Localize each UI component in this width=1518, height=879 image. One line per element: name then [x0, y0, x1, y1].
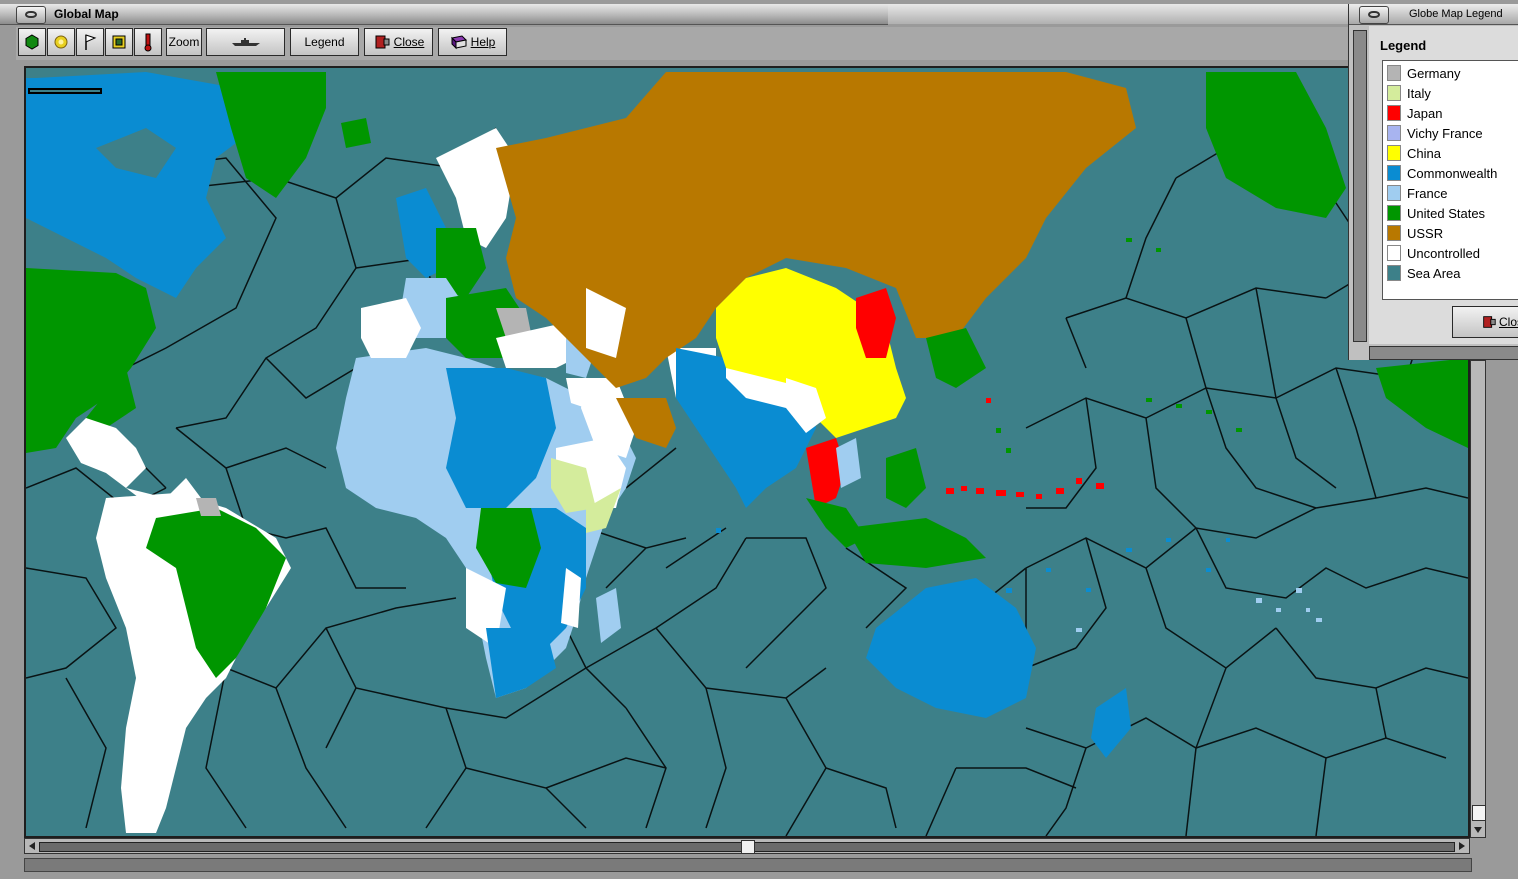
scroll-left-arrow-icon[interactable]: [27, 841, 37, 851]
control-view-button[interactable]: [76, 28, 104, 56]
horizontal-scrollbar[interactable]: [24, 838, 1470, 854]
scroll-down-arrow-icon[interactable]: [1473, 825, 1483, 835]
grid-icon: [112, 35, 126, 49]
eye-icon: [1368, 11, 1380, 18]
legend-button[interactable]: Legend: [290, 28, 359, 56]
scroll-right-arrow-icon[interactable]: [1457, 841, 1467, 851]
legend-swatch: [1387, 105, 1401, 121]
legend-swatch: [1387, 265, 1401, 281]
legend-close-label: Clos: [1499, 315, 1518, 329]
legend-swatch: [1387, 65, 1401, 81]
legend-title-bar[interactable]: Globe Map Legend: [1349, 4, 1518, 25]
close-label: Close: [393, 35, 425, 49]
eye-icon: [25, 11, 37, 18]
legend-item-italy: Italy: [1385, 83, 1518, 101]
title-bar-extension: [888, 4, 1348, 24]
window-bottom-frame: [0, 854, 1486, 879]
toolbar: Zoom Legend Close Help: [16, 27, 1348, 60]
legend-list: Germany Italy Japan Vichy France China C…: [1382, 60, 1518, 300]
coin-icon: [54, 35, 68, 49]
legend-swatch: [1387, 125, 1401, 141]
thermometer-icon: [144, 33, 152, 52]
legend-close-button[interactable]: Clos: [1452, 306, 1518, 338]
window-right-frame: [1486, 360, 1518, 879]
legend-swatch: [1387, 165, 1401, 181]
close-button[interactable]: Close: [364, 28, 433, 56]
hexagon-icon: [25, 34, 39, 50]
help-button[interactable]: Help: [438, 28, 507, 56]
zoom-button[interactable]: Zoom: [166, 28, 202, 56]
legend-swatch: [1387, 185, 1401, 201]
legend-item-sea-area: Sea Area: [1385, 263, 1518, 281]
help-label: Help: [470, 35, 496, 49]
legend-panel: Legend Germany Italy Japan Vichy France …: [1369, 26, 1518, 344]
legend-item-commonwealth: Commonwealth: [1385, 163, 1518, 181]
legend-item-vichy-france: Vichy France: [1385, 123, 1518, 141]
close-door-icon: [375, 35, 390, 49]
title-bar[interactable]: Global Map: [0, 4, 888, 25]
ship-icon: [231, 38, 260, 46]
legend-item-uncontrolled: Uncontrolled: [1385, 243, 1518, 261]
legend-item-japan: Japan: [1385, 103, 1518, 121]
horizontal-scroll-thumb[interactable]: [741, 840, 755, 854]
legend-swatch: [1387, 145, 1401, 161]
supply-view-button[interactable]: [105, 28, 133, 56]
world-map[interactable]: [24, 66, 1470, 838]
vertical-scroll-thumb[interactable]: [1472, 805, 1486, 821]
weather-view-button[interactable]: [134, 28, 162, 56]
close-door-icon: [1483, 316, 1496, 328]
legend-item-france: France: [1385, 183, 1518, 201]
legend-window: Globe Map Legend Legend Germany Italy Ja…: [1348, 4, 1518, 360]
legend-item-china: China: [1385, 143, 1518, 161]
legend-horizontal-scrollbar[interactable]: [1369, 346, 1518, 360]
units-view-button[interactable]: [47, 28, 75, 56]
world-map-canvas[interactable]: [26, 68, 1468, 836]
window-menu-button[interactable]: [16, 6, 46, 24]
legend-window-title: Globe Map Legend: [1409, 8, 1503, 20]
legend-item-ussr: USSR: [1385, 223, 1518, 241]
legend-item-germany: Germany: [1385, 63, 1518, 81]
flag-icon: [85, 34, 97, 50]
ships-view-button[interactable]: [206, 28, 285, 56]
legend-swatch: [1387, 245, 1401, 261]
legend-window-menu-button[interactable]: [1359, 6, 1389, 24]
hex-view-button[interactable]: [18, 28, 46, 56]
legend-heading: Legend: [1380, 38, 1427, 53]
legend-item-united-states: United States: [1385, 203, 1518, 221]
window-title: Global Map: [54, 7, 119, 21]
legend-swatch: [1387, 205, 1401, 221]
legend-vertical-scrollbar[interactable]: [1353, 30, 1367, 342]
book-icon: [450, 35, 467, 50]
legend-swatch: [1387, 85, 1401, 101]
vertical-scrollbar[interactable]: [1470, 360, 1486, 838]
global-map-window: Global Map Zoom Legend Close Help Globe …: [0, 0, 1518, 879]
legend-swatch: [1387, 225, 1401, 241]
